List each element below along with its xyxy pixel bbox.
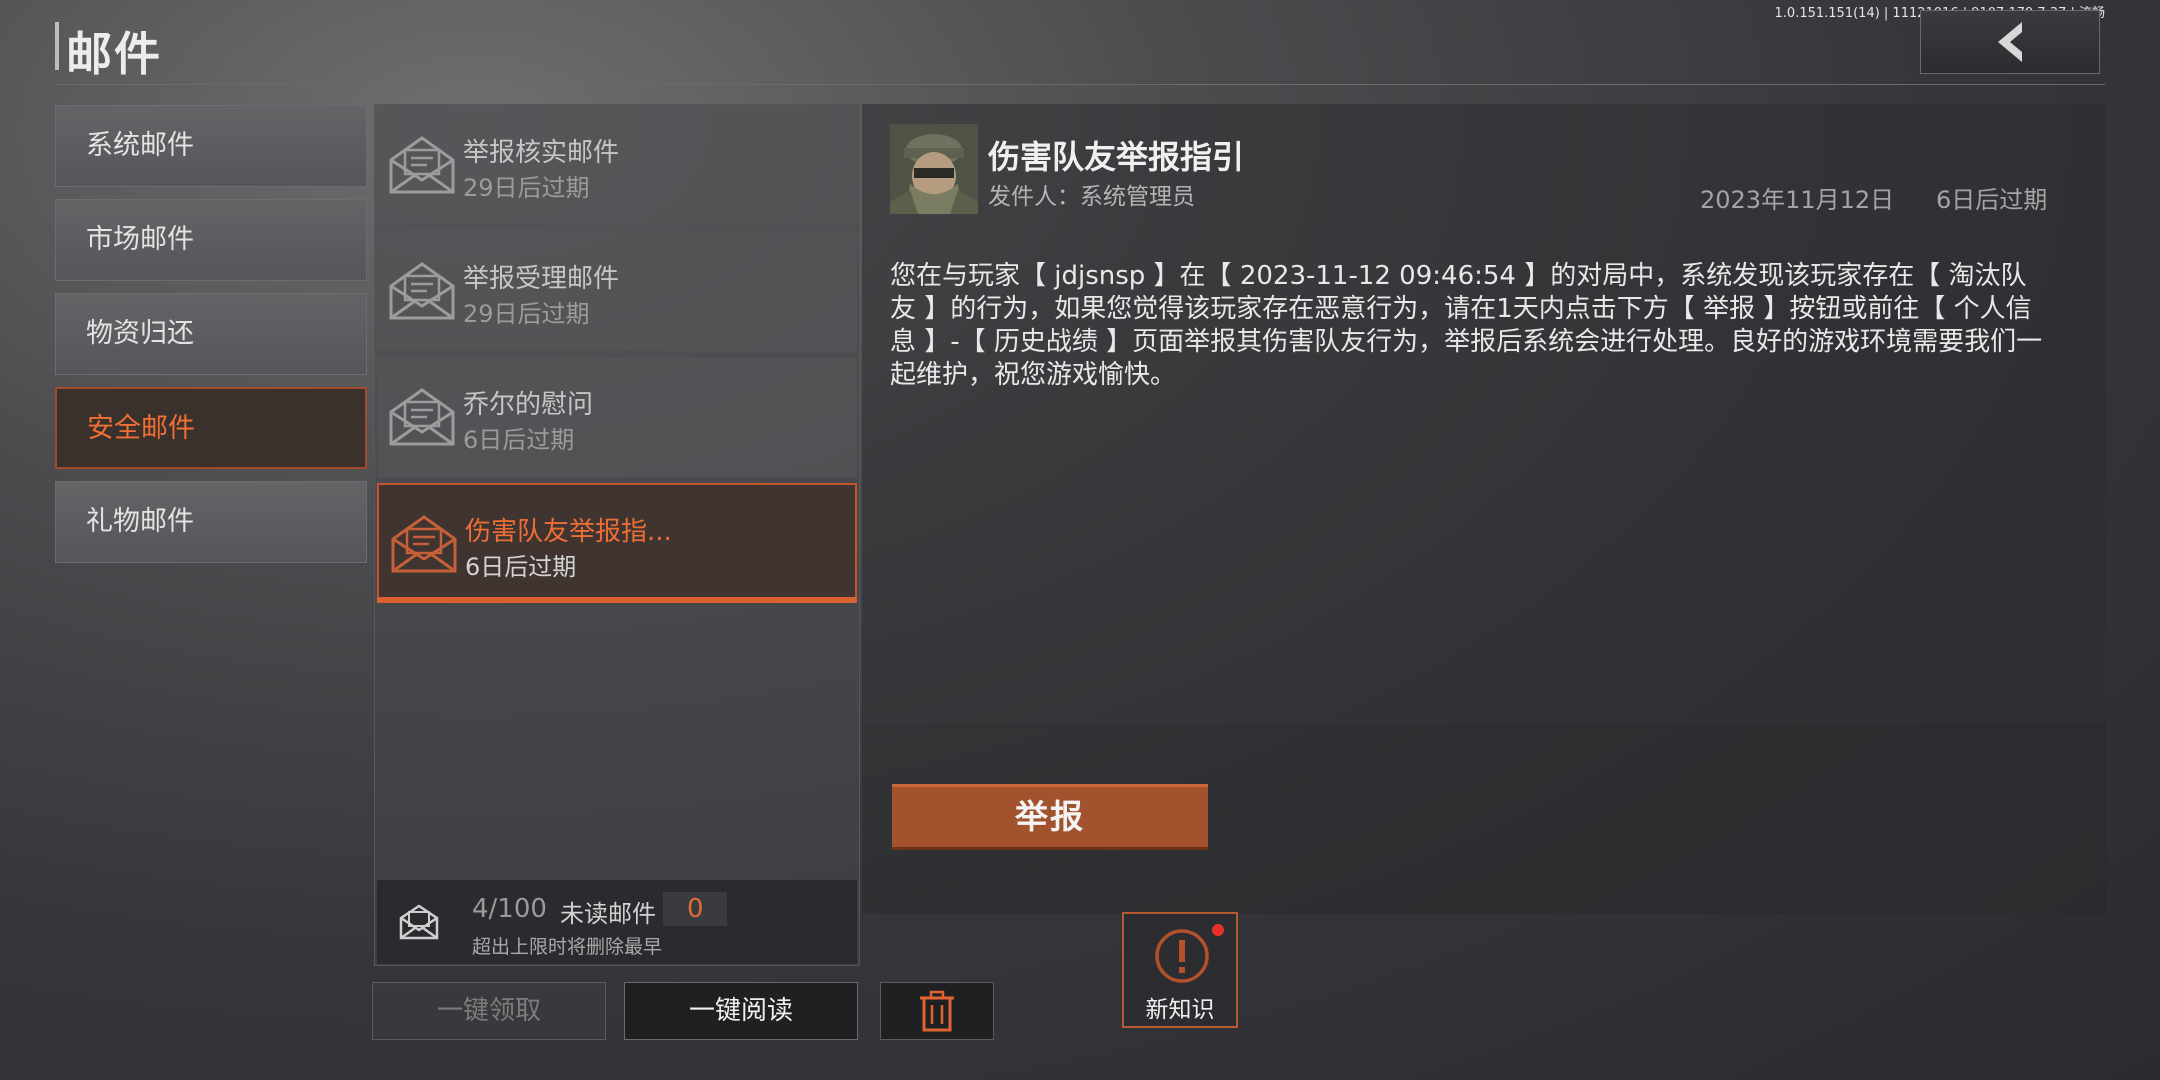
mail-subject: 举报核实邮件 bbox=[463, 138, 620, 168]
category-gift-mail[interactable]: 礼物邮件 bbox=[55, 481, 367, 563]
alert-icon bbox=[1155, 929, 1209, 983]
mail-date: 2023年11月12日 bbox=[1700, 186, 1895, 214]
category-label: 系统邮件 bbox=[86, 130, 194, 161]
new-knowledge-button[interactable]: 新知识 bbox=[1122, 912, 1238, 1028]
mail-expire: 29日后过期 bbox=[463, 300, 590, 328]
notification-dot bbox=[1212, 924, 1224, 936]
claim-all-button[interactable]: 一键领取 bbox=[372, 982, 606, 1040]
title-accent-bar bbox=[55, 22, 59, 70]
sender-avatar bbox=[890, 124, 978, 214]
category-market-mail[interactable]: 市场邮件 bbox=[55, 199, 367, 281]
mail-sender: 发件人：系统管理员 bbox=[988, 184, 1195, 210]
page-title: 邮件 bbox=[66, 27, 162, 81]
trash-icon bbox=[920, 990, 954, 1032]
envelope-open-icon bbox=[391, 515, 457, 573]
category-label: 安全邮件 bbox=[87, 413, 195, 444]
limit-note: 超出上限时将删除最早 bbox=[472, 936, 663, 958]
mailbox-icon bbox=[399, 904, 439, 940]
delete-button[interactable] bbox=[880, 982, 994, 1040]
category-system-mail[interactable]: 系统邮件 bbox=[55, 105, 367, 187]
mail-subject: 伤害队友举报指... bbox=[465, 517, 672, 547]
mail-subject: 乔尔的慰问 bbox=[463, 390, 594, 420]
mail-expire: 6日后过期 bbox=[465, 553, 577, 581]
new-knowledge-label: 新知识 bbox=[1145, 997, 1215, 1023]
mail-count: 4/100 bbox=[472, 894, 547, 924]
category-label: 礼物邮件 bbox=[86, 506, 194, 537]
back-arrow-icon bbox=[1998, 22, 2022, 62]
mail-expire: 6日后过期 bbox=[463, 426, 575, 454]
mail-body: 您在与玩家【 jdjsnsp 】在【 2023-11-12 09:46:54 】… bbox=[890, 261, 2043, 390]
header-divider bbox=[55, 84, 2105, 85]
mail-item[interactable]: 举报核实邮件 29日后过期 bbox=[377, 106, 857, 226]
mailbox-stats: 4/100 未读邮件 0 超出上限时将删除最早 bbox=[377, 880, 857, 964]
category-label: 市场邮件 bbox=[86, 224, 194, 255]
category-label: 物资归还 bbox=[86, 318, 194, 349]
envelope-open-icon bbox=[389, 136, 455, 194]
mail-item[interactable]: 乔尔的慰问 6日后过期 bbox=[377, 358, 857, 478]
unread-label: 未读邮件 bbox=[560, 900, 656, 928]
mail-item[interactable]: 举报受理邮件 29日后过期 bbox=[377, 232, 857, 352]
mail-expire-time: 6日后过期 bbox=[1936, 186, 2048, 214]
mail-expire: 29日后过期 bbox=[463, 174, 590, 202]
unread-count: 0 bbox=[663, 892, 727, 926]
envelope-open-icon bbox=[389, 388, 455, 446]
envelope-open-icon bbox=[389, 262, 455, 320]
read-all-button[interactable]: 一键阅读 bbox=[624, 982, 858, 1040]
back-button[interactable] bbox=[1920, 10, 2100, 74]
mail-subject: 举报受理邮件 bbox=[463, 264, 620, 294]
category-item-return[interactable]: 物资归还 bbox=[55, 293, 367, 375]
category-security-mail[interactable]: 安全邮件 bbox=[55, 387, 367, 469]
mail-title: 伤害队友举报指引 bbox=[988, 138, 1245, 176]
mail-item-selected[interactable]: 伤害队友举报指... 6日后过期 bbox=[377, 483, 857, 603]
report-button[interactable]: 举报 bbox=[892, 784, 1208, 850]
